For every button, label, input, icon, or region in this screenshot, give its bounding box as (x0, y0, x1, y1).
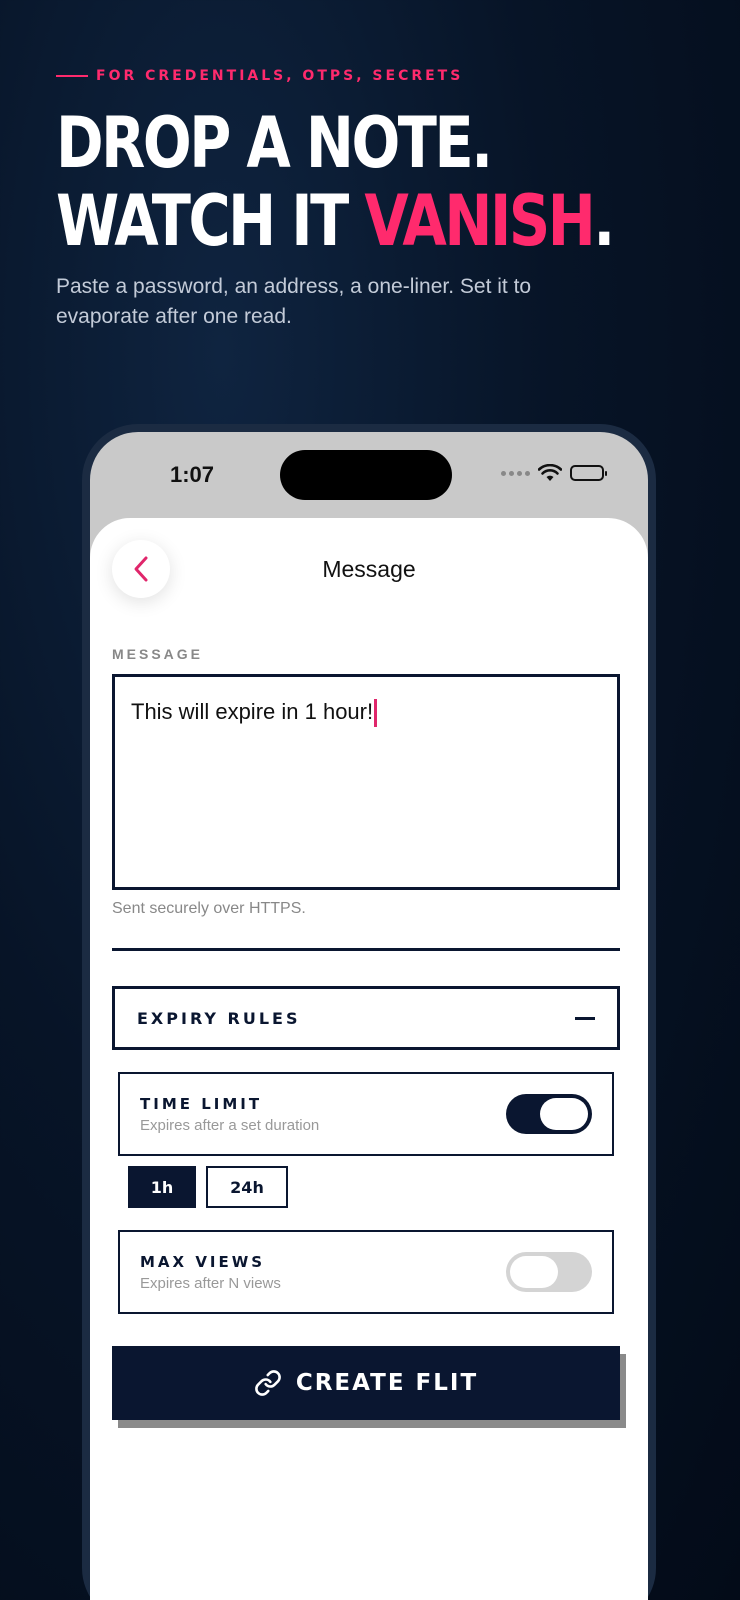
hero-subcopy: Paste a password, an address, a one-line… (56, 275, 532, 328)
expiry-rules-header[interactable]: EXPIRY RULES (112, 986, 620, 1050)
headline: DROP A NOTE. WATCH IT VANISH. (56, 102, 615, 262)
toggle-knob (510, 1256, 558, 1288)
max-views-toggle[interactable] (506, 1252, 592, 1292)
eyebrow-text: FOR CREDENTIALS, OTPS, SECRETS (96, 68, 464, 84)
text-caret (374, 699, 378, 728)
signal-icon (501, 470, 530, 476)
headline-line-2: WATCH IT VANISH. (56, 180, 615, 262)
headline-line-1: DROP A NOTE. (56, 102, 493, 184)
time-limit-title: TIME LIMIT (140, 1094, 263, 1113)
helper-text: Sent securely over HTTPS. (112, 900, 306, 917)
status-time: 1:07 (170, 462, 215, 487)
dynamic-island (280, 450, 452, 500)
time-limit-desc: Expires after a set duration (140, 1116, 320, 1134)
hero-section: FOR CREDENTIALS, OTPS, SECRETS DROP A NO… (56, 68, 700, 332)
time-limit-text: TIME LIMIT Expires after a set duration (140, 1095, 319, 1134)
headline-line-2-prefix: WATCH IT (56, 180, 365, 262)
eyebrow-line (56, 75, 88, 77)
message-sheet: Message MESSAGE This will expire in 1 ho… (90, 518, 648, 1600)
wifi-icon (538, 464, 562, 481)
duration-options: 1h 24h (128, 1166, 288, 1208)
toggle-knob (540, 1098, 588, 1130)
time-limit-toggle[interactable] (506, 1094, 592, 1134)
max-views-card: MAX VIEWS Expires after N views (118, 1230, 614, 1314)
status-icons (501, 464, 607, 482)
duration-chip-24h[interactable]: 24h (206, 1166, 288, 1208)
headline-accent: VANISH (364, 180, 595, 262)
section-divider (112, 948, 620, 951)
link-icon (255, 1370, 281, 1396)
max-views-text: MAX VIEWS Expires after N views (140, 1253, 281, 1292)
eyebrow: FOR CREDENTIALS, OTPS, SECRETS (56, 68, 700, 84)
max-views-desc: Expires after N views (140, 1274, 281, 1292)
message-input[interactable]: This will expire in 1 hour! (112, 674, 620, 890)
collapse-minus-icon[interactable] (575, 1016, 595, 1020)
message-value: This will expire in 1 hour! (131, 699, 374, 724)
time-limit-card: TIME LIMIT Expires after a set duration (118, 1072, 614, 1156)
phone-frame: 1:07 Message MESSAGE This will expire in… (82, 424, 656, 1600)
headline-suffix: . (593, 180, 615, 262)
expiry-rules-title: EXPIRY RULES (137, 1008, 301, 1028)
message-label: MESSAGE (112, 646, 204, 662)
create-flit-label: CREATE FLIT (295, 1370, 479, 1396)
battery-icon (570, 465, 607, 481)
create-flit-button[interactable]: CREATE FLIT (112, 1346, 620, 1420)
max-views-title: MAX VIEWS (140, 1252, 266, 1271)
nav-title: Message (322, 556, 416, 582)
duration-chip-1h[interactable]: 1h (128, 1166, 196, 1208)
